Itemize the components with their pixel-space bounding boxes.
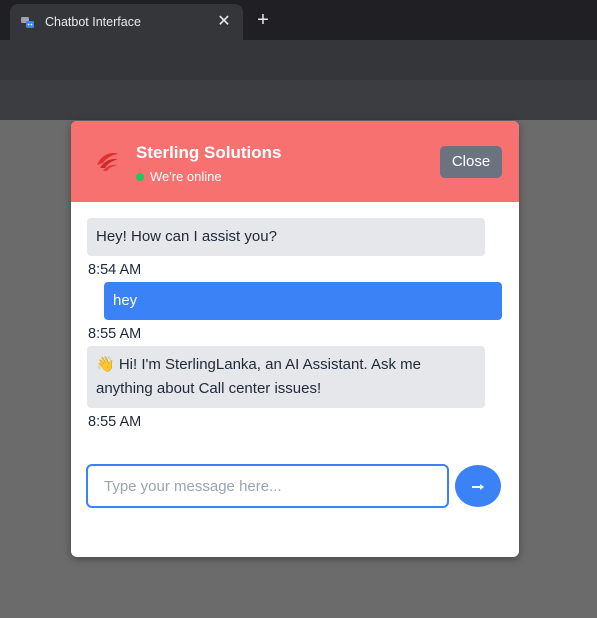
- online-status: We're online: [136, 169, 222, 184]
- message-list: Hey! How can I assist you? 8:54 AM hey 8…: [71, 202, 519, 452]
- bot-message: 👋 Hi! I'm SterlingLanka, an AI Assistant…: [87, 346, 485, 408]
- brand-name: Sterling Solutions: [136, 143, 282, 162]
- tab-title: Chatbot Interface: [45, 15, 141, 29]
- status-text: We're online: [150, 169, 222, 184]
- new-tab-button[interactable]: +: [252, 9, 274, 31]
- bookmarks-bar: [0, 80, 597, 120]
- message-time: 8:54 AM: [88, 262, 142, 278]
- send-button[interactable]: [455, 465, 501, 507]
- chat-header: Sterling Solutions We're online Close: [71, 121, 519, 202]
- online-dot-icon: [136, 172, 144, 181]
- browser-toolbar: [0, 40, 597, 80]
- tab-close-icon[interactable]: ✕: [215, 13, 233, 31]
- message-input[interactable]: [86, 464, 449, 508]
- message-composer: [71, 464, 519, 510]
- message-time: 8:55 AM: [88, 414, 142, 430]
- browser-tab-strip: Chatbot Interface ✕ +: [0, 0, 597, 40]
- message-time: 8:55 AM: [88, 326, 142, 342]
- chatbot-favicon-icon: [20, 14, 36, 30]
- chat-widget: Sterling Solutions We're online Close He…: [71, 121, 519, 557]
- bot-message: Hey! How can I assist you?: [87, 218, 485, 256]
- close-button[interactable]: Close: [440, 146, 502, 178]
- sterling-logo-icon: [91, 145, 123, 177]
- user-message: hey: [104, 282, 502, 320]
- browser-tab[interactable]: Chatbot Interface ✕: [10, 4, 243, 40]
- send-icon: [472, 479, 484, 494]
